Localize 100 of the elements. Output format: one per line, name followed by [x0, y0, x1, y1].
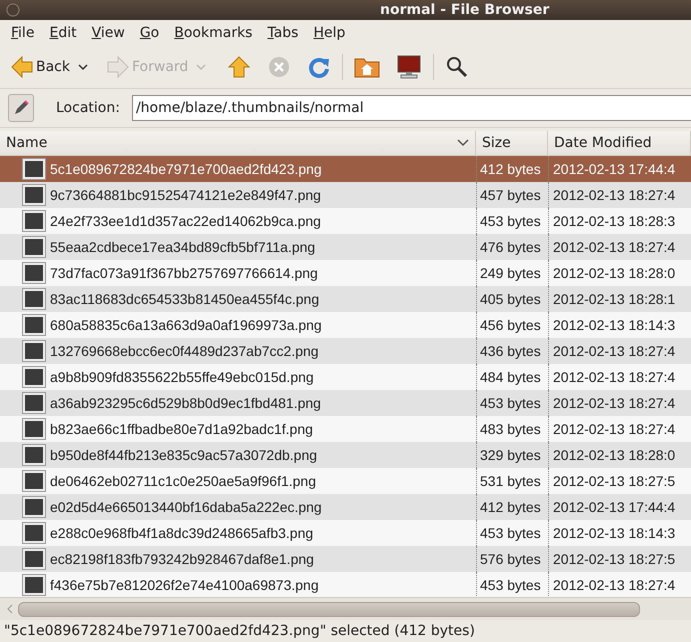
modified-date: 2012-02-13 18:27:5 [553, 473, 676, 489]
file-size: 576 bytes [480, 551, 541, 567]
file-size: 453 bytes [480, 525, 541, 541]
file-row[interactable]: 680a58835c6a13a663d9a0af1969973a.png 456 bytes 2012-02-13 18:14:3 [0, 312, 691, 338]
file-size: 453 bytes [480, 395, 541, 411]
edit-location-button[interactable] [8, 94, 34, 122]
file-size: 412 bytes [480, 161, 541, 177]
column-header[interactable]: Date Modified [548, 131, 691, 155]
file-row[interactable]: ec82198f183fb793242b928467daf8e1.png 576 bytes 2012-02-13 18:27:5 [0, 546, 691, 572]
modified-date: 2012-02-13 18:28:3 [553, 213, 676, 229]
up-arrow-icon[interactable] [227, 55, 252, 79]
file-size: 484 bytes [480, 369, 541, 385]
status-text: "5c1e089672824be7971e700aed2fd423.png" selected (412 bytes) [4, 623, 475, 639]
menu-item[interactable]: Go [132, 25, 168, 41]
modified-date: 2012-02-13 18:28:0 [553, 265, 676, 281]
modified-date: 2012-02-13 18:27:4 [553, 421, 676, 437]
file-name: f436e75b7e812026f2e74e4100a69873.png [50, 577, 319, 593]
image-file-icon [22, 444, 46, 466]
file-row[interactable]: f436e75b7e812026f2e74e4100a69873.png 453 bytes 2012-02-13 18:27:4 [0, 572, 691, 597]
file-row[interactable]: 9c73664881bc91525474121e2e849f47.png 457 bytes 2012-02-13 18:27:4 [0, 182, 691, 208]
file-size: 453 bytes [480, 213, 541, 229]
column-header[interactable]: Name [0, 131, 476, 155]
back-arrow-icon [10, 55, 34, 79]
file-name: e02d5d4e665013440bf16daba5a222ec.png [50, 499, 322, 515]
scroll-left-icon[interactable] [6, 604, 14, 614]
back-button[interactable]: Back [8, 55, 72, 79]
image-file-icon [22, 574, 46, 596]
computer-icon[interactable] [396, 55, 422, 79]
file-size: 249 bytes [480, 265, 541, 281]
search-icon[interactable] [445, 55, 470, 79]
file-size: 457 bytes [480, 187, 541, 203]
image-file-icon [22, 392, 46, 414]
file-size: 329 bytes [480, 447, 541, 463]
modified-date: 2012-02-13 18:27:5 [553, 551, 676, 567]
file-row[interactable]: de06462eb02711c1c0e250ae5a9f96f1.png 531 bytes 2012-02-13 18:27:5 [0, 468, 691, 494]
menu-item[interactable]: Tabs [260, 25, 306, 41]
forward-arrow-icon [106, 55, 130, 79]
image-file-icon [22, 366, 46, 388]
file-size: 453 bytes [480, 577, 541, 593]
file-row[interactable]: 83ac118683dc654533b81450ea455f4c.png 405 bytes 2012-02-13 18:28:1 [0, 286, 691, 312]
scrollbar-thumb[interactable] [18, 602, 640, 616]
image-file-icon [22, 496, 46, 518]
file-name: 55eaa2cdbece17ea34bd89cfb5bf711a.png [50, 239, 316, 255]
horizontal-scrollbar[interactable] [0, 597, 691, 620]
file-row[interactable]: b823ae66c1ffbadbe80e7d1a92badc1f.png 483 bytes 2012-02-13 18:27:4 [0, 416, 691, 442]
file-size: 436 bytes [480, 343, 541, 359]
file-name: 5c1e089672824be7971e700aed2fd423.png [50, 161, 322, 177]
menu-item[interactable]: View [84, 25, 133, 41]
image-file-icon [22, 418, 46, 440]
reload-icon[interactable] [307, 55, 332, 79]
modified-date: 2012-02-13 18:14:3 [553, 525, 676, 541]
image-file-icon [22, 288, 46, 310]
modified-date: 2012-02-13 18:27:4 [553, 369, 676, 385]
file-row[interactable]: e288c0e968fb4f1a8dc39d248665afb3.png 453 bytes 2012-02-13 18:14:3 [0, 520, 691, 546]
image-file-icon [22, 184, 46, 206]
close-icon[interactable] [6, 3, 20, 17]
file-name: ec82198f183fb793242b928467daf8e1.png [50, 551, 314, 567]
location-field[interactable]: /home/blaze/.thumbnails/normal [132, 95, 691, 121]
file-size: 412 bytes [480, 499, 541, 515]
caret-icon[interactable] [78, 63, 88, 71]
menu-item[interactable]: Edit [42, 25, 85, 41]
modified-date: 2012-02-13 18:27:4 [553, 239, 676, 255]
modified-date: 2012-02-13 18:27:4 [553, 343, 676, 359]
window-title: normal - File Browser [380, 2, 550, 18]
modified-date: 2012-02-13 18:27:4 [553, 395, 676, 411]
file-row[interactable]: b950de8f44fb213e835c9ac57a3072db.png 329 bytes 2012-02-13 18:28:0 [0, 442, 691, 468]
file-row[interactable]: a9b8b909fd8355622b55ffe49ebc015d.png 484 bytes 2012-02-13 18:27:4 [0, 364, 691, 390]
modified-date: 2012-02-13 18:27:4 [553, 187, 676, 203]
modified-date: 2012-02-13 17:44:4 [553, 161, 676, 177]
pencil-icon [12, 99, 30, 117]
file-name: a36ab923295c6d529b8b0d9ec1fbd481.png [50, 395, 321, 411]
menu-item[interactable]: File [4, 25, 42, 41]
image-file-icon [22, 236, 46, 258]
column-header[interactable]: Size [476, 131, 548, 155]
file-size: 483 bytes [480, 421, 541, 437]
menu-item[interactable]: Help [306, 25, 354, 41]
file-row[interactable]: 132769668ebcc6ec0f4489d237ab7cc2.png 436 bytes 2012-02-13 18:27:4 [0, 338, 691, 364]
image-file-icon [22, 210, 46, 232]
file-size: 531 bytes [480, 473, 541, 489]
image-file-icon [22, 158, 46, 180]
file-name: de06462eb02711c1c0e250ae5a9f96f1.png [50, 473, 316, 489]
file-name: b950de8f44fb213e835c9ac57a3072db.png [50, 447, 318, 463]
image-file-icon [22, 522, 46, 544]
menu-item[interactable]: Bookmarks [167, 25, 260, 41]
file-size: 476 bytes [480, 239, 541, 255]
file-row[interactable]: a36ab923295c6d529b8b0d9ec1fbd481.png 453 bytes 2012-02-13 18:27:4 [0, 390, 691, 416]
file-size: 405 bytes [480, 291, 541, 307]
file-row[interactable]: 55eaa2cdbece17ea34bd89cfb5bf711a.png 476 bytes 2012-02-13 18:27:4 [0, 234, 691, 260]
file-row[interactable]: 5c1e089672824be7971e700aed2fd423.png 412 bytes 2012-02-13 17:44:4 [0, 156, 691, 182]
image-file-icon [22, 548, 46, 570]
file-row[interactable]: 73d7fac073a91f367bb2757697766614.png 249 bytes 2012-02-13 18:28:0 [0, 260, 691, 286]
file-name: 9c73664881bc91525474121e2e849f47.png [50, 187, 321, 203]
file-row[interactable]: e02d5d4e665013440bf16daba5a222ec.png 412 bytes 2012-02-13 17:44:4 [0, 494, 691, 520]
sort-caret-icon [457, 139, 469, 147]
location-label: Location: [56, 100, 120, 116]
file-row[interactable]: 24e2f733ee1d1d357ac22ed14062b9ca.png 453 bytes 2012-02-13 18:28:3 [0, 208, 691, 234]
file-name: e288c0e968fb4f1a8dc39d248665afb3.png [50, 525, 314, 541]
modified-date: 2012-02-13 18:14:3 [553, 317, 676, 333]
modified-date: 2012-02-13 18:27:4 [553, 577, 676, 593]
image-file-icon [22, 314, 46, 336]
